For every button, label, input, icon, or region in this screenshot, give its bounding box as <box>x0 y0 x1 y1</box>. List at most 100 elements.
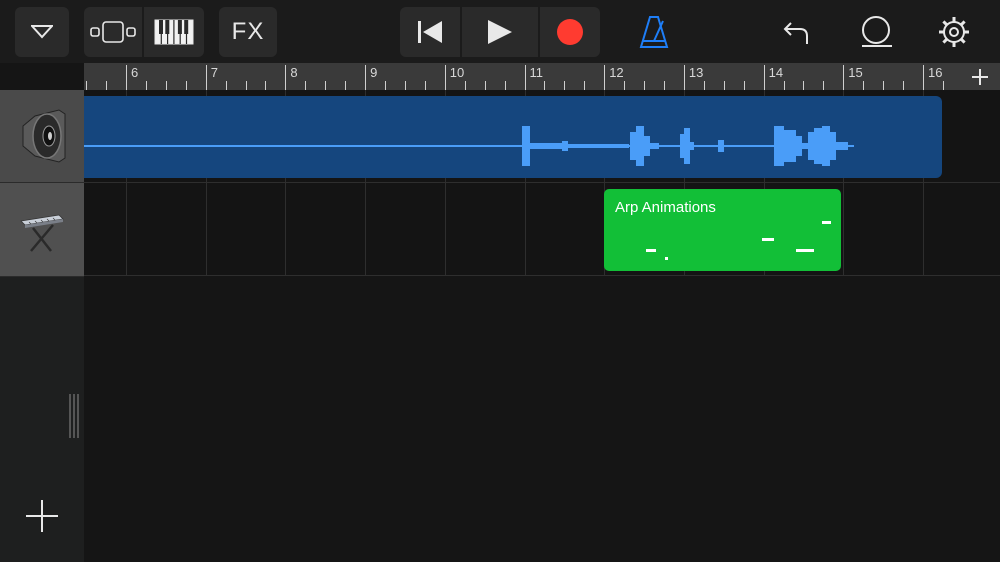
waveform-segment <box>636 126 644 166</box>
ruler-beat-tick <box>663 81 665 90</box>
waveform-segment <box>718 140 724 152</box>
tracks-view-icon <box>90 21 136 43</box>
tracks-view-button[interactable] <box>84 7 142 57</box>
rewind-button[interactable] <box>400 7 460 57</box>
bar-gridline <box>923 183 924 276</box>
ruler-beat-tick <box>106 81 108 90</box>
ruler-beat-tick <box>245 81 247 90</box>
waveform-segment <box>684 128 690 164</box>
keyboard-instrument-icon <box>20 214 64 252</box>
ruler-bar-tick <box>205 65 207 90</box>
ruler-bar-number: 7 <box>210 65 218 80</box>
tracks-area[interactable]: Arp Animations <box>84 90 1000 562</box>
ruler-bar-tick <box>126 65 127 90</box>
gear-icon <box>939 17 969 47</box>
midi-note <box>646 249 656 252</box>
ruler-beat-tick <box>743 81 745 90</box>
plus-icon <box>26 500 58 532</box>
waveform-segment <box>630 132 636 160</box>
metronome-button[interactable] <box>630 7 678 57</box>
ruler-bar-tick <box>683 65 685 90</box>
bar-gridline <box>285 183 287 276</box>
ruler-beat-tick <box>584 81 586 90</box>
resize-handle[interactable] <box>68 394 80 438</box>
chevron-down-icon <box>31 25 53 39</box>
record-button[interactable] <box>540 7 600 57</box>
waveform-segment <box>802 143 808 149</box>
ruler-beat-tick <box>145 81 147 90</box>
ruler-beat-tick <box>544 81 546 90</box>
ruler-beat-tick <box>903 81 905 90</box>
loop-icon <box>862 16 892 47</box>
track-header-audio-recorder[interactable] <box>0 90 84 183</box>
settings-button[interactable] <box>930 7 978 57</box>
track-headers <box>0 90 84 562</box>
waveform-segment <box>568 144 629 148</box>
ruler-beat-tick <box>265 81 267 90</box>
audio-waveform <box>84 126 854 166</box>
ruler-bar-number: 14 <box>768 65 784 80</box>
ruler-beat-tick <box>225 81 227 90</box>
audio-region[interactable] <box>84 96 942 178</box>
timeline-ruler[interactable]: 6 7 8 9 10 11 12 13 14 15 16 <box>84 63 960 90</box>
ruler-bar-tick <box>365 65 367 90</box>
ruler-beat-tick <box>863 81 865 90</box>
track-lane-keyboard[interactable]: Arp Animations <box>84 183 1000 276</box>
region-title: Arp Animations <box>615 199 716 216</box>
rewind-icon <box>418 21 442 43</box>
track-lane-audio-recorder[interactable] <box>84 90 1000 183</box>
browser-menu-button[interactable] <box>15 7 69 57</box>
bar-gridline <box>444 183 446 276</box>
track-header-keyboard[interactable] <box>0 183 84 277</box>
ruler-bar-number: 16 <box>928 65 943 80</box>
midi-region[interactable]: Arp Animations <box>604 189 841 271</box>
fx-button[interactable]: FX <box>219 7 277 57</box>
ruler-beat-tick <box>345 81 347 90</box>
waveform-segment <box>774 126 784 166</box>
ruler-beat-tick <box>723 81 725 90</box>
ruler-bar-number: 15 <box>848 65 863 80</box>
ruler-bar-tick <box>763 65 765 90</box>
waveform-segment <box>562 141 568 151</box>
play-button[interactable] <box>462 7 538 57</box>
midi-note <box>822 221 831 224</box>
ruler-beat-tick <box>464 81 466 90</box>
waveform-segment <box>650 143 659 149</box>
ruler-bar-number: 13 <box>688 65 704 80</box>
midi-note <box>665 257 668 260</box>
undo-button[interactable] <box>772 7 820 57</box>
waveform-segment <box>690 142 694 150</box>
record-icon <box>557 19 583 45</box>
ruler-beat-tick <box>424 81 426 90</box>
plus-icon <box>972 68 988 85</box>
ruler-beat-tick <box>783 81 785 90</box>
ruler-beat-tick <box>644 81 646 90</box>
ruler-bar-number: 6 <box>131 65 139 80</box>
ruler-beat-tick <box>385 81 387 90</box>
ruler-beat-tick <box>325 81 327 90</box>
ruler-beat-tick <box>703 81 705 90</box>
ruler-beat-tick <box>165 81 167 90</box>
ruler-beat-tick <box>484 81 486 90</box>
ruler-bar-number: 11 <box>529 65 544 80</box>
waveform-segment <box>822 126 830 166</box>
bar-gridline <box>365 183 367 276</box>
add-section-button[interactable] <box>960 63 1000 90</box>
keyboard-icon <box>154 19 194 45</box>
ruler-bar-tick <box>285 65 287 90</box>
bar-gridline <box>126 183 127 276</box>
ruler-beat-tick <box>305 81 307 90</box>
ruler-bar-number: 12 <box>609 65 624 80</box>
ruler-beat-tick <box>86 81 88 90</box>
waveform-segment <box>784 130 796 162</box>
instrument-view-button[interactable] <box>144 7 204 57</box>
undo-icon <box>783 22 808 44</box>
loop-browser-button[interactable] <box>852 7 900 57</box>
ruler-bar-number: 8 <box>290 65 298 80</box>
ruler-bar-tick <box>923 65 924 90</box>
midi-note <box>796 249 814 252</box>
ruler-bar-tick <box>843 65 845 90</box>
add-track-button[interactable] <box>22 496 62 536</box>
ruler-beat-tick <box>404 81 406 90</box>
play-icon <box>488 20 512 44</box>
